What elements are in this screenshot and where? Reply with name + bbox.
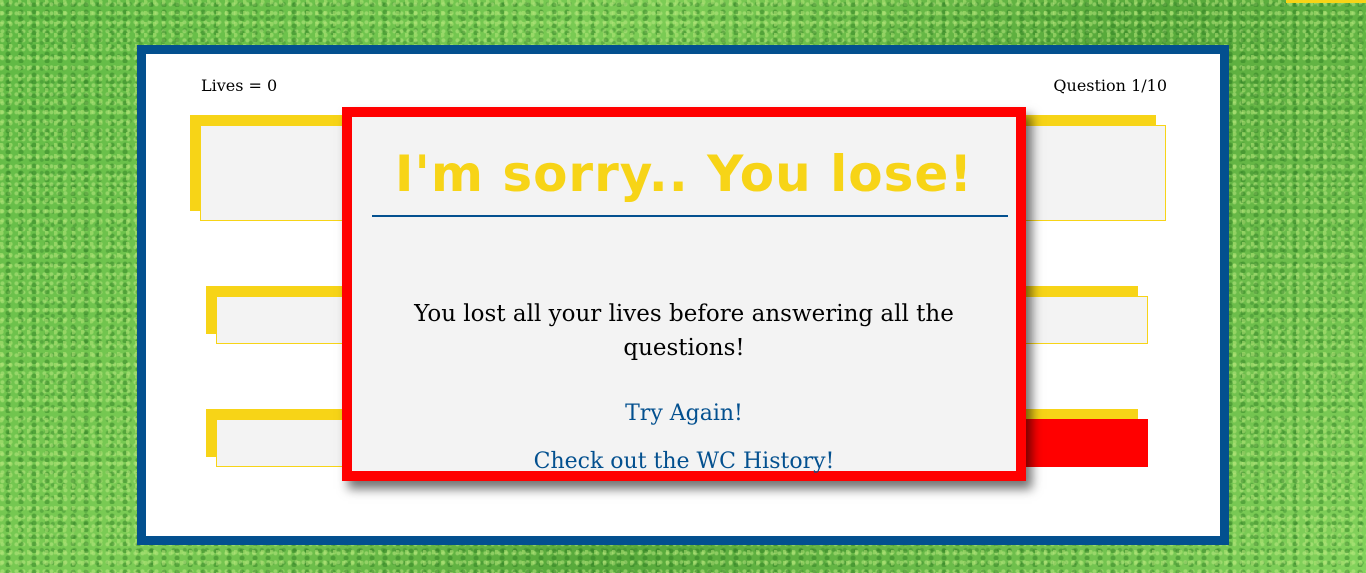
lives-counter: Lives = 0 — [201, 76, 278, 95]
modal-title: I'm sorry.. You lose! — [394, 145, 974, 203]
modal-divider — [372, 215, 1008, 217]
lose-modal: I'm sorry.. You lose! You lost all your … — [342, 107, 1026, 481]
question-counter: Question 1/10 — [1053, 76, 1167, 95]
try-again-link[interactable]: Try Again! — [352, 401, 1016, 426]
corner-accent — [1286, 0, 1366, 3]
wc-history-link[interactable]: Check out the WC History! — [352, 449, 1016, 474]
modal-message: You lost all your lives before answering… — [414, 301, 954, 361]
